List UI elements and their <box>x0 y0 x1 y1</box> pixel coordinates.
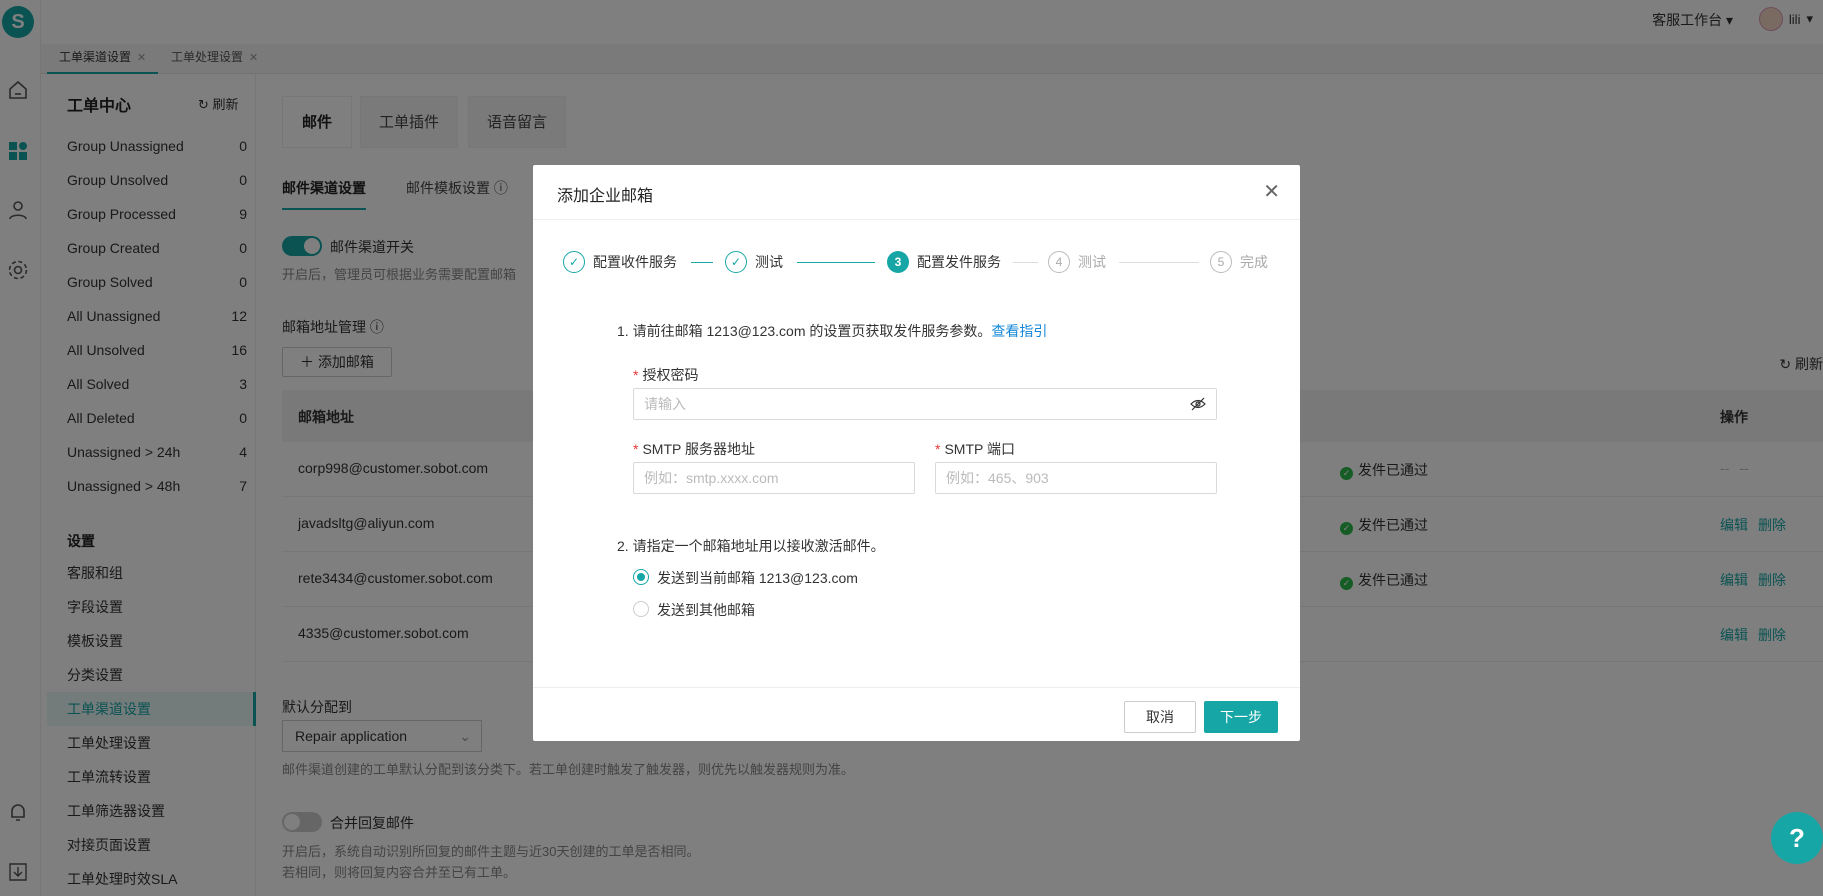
required-mark: * <box>935 441 941 457</box>
next-button[interactable]: 下一步 <box>1204 701 1278 733</box>
smtp-port-label-text: SMTP 端口 <box>944 441 1015 457</box>
step-5: 5 完成 <box>1210 251 1268 273</box>
step-number: 4 <box>1048 251 1070 273</box>
auth-label-text: 授权密码 <box>642 367 699 383</box>
step-2: ✓ 测试 <box>725 251 783 273</box>
add-enterprise-mail-modal: 添加企业邮箱 ✕ ✓ 配置收件服务 ✓ 测试 3 配置发件服务 4 测试 5 完成 1. … <box>533 165 1300 741</box>
instruction-1-text: 1. 请前往邮箱 1213@123.com 的设置页获取发件服务参数。 <box>617 323 992 339</box>
auth-password-input[interactable]: 请输入 <box>633 388 1217 420</box>
step-3: 3 配置发件服务 <box>887 251 1001 273</box>
modal-title: 添加企业邮箱 <box>557 188 654 205</box>
required-mark: * <box>633 441 639 457</box>
smtp-port-label: * SMTP 端口 <box>935 439 1015 459</box>
divider <box>533 219 1300 220</box>
step-label: 配置收件服务 <box>593 254 677 270</box>
step-connector <box>691 262 713 263</box>
step-number: 3 <box>887 251 909 273</box>
smtp-host-label-text: SMTP 服务器地址 <box>642 441 755 457</box>
step-label: 测试 <box>755 254 783 270</box>
step-check-icon: ✓ <box>563 251 585 273</box>
smtp-port-input[interactable]: 例如：465、903 <box>935 462 1217 494</box>
step-1: ✓ 配置收件服务 <box>563 251 677 273</box>
radio-other-mail-label[interactable]: 发送到其他邮箱 <box>657 600 755 620</box>
help-icon[interactable]: ? <box>1771 812 1823 864</box>
placeholder: 请输入 <box>644 396 686 412</box>
step-4: 4 测试 <box>1048 251 1106 273</box>
radio-current-mail[interactable] <box>633 569 649 585</box>
smtp-host-input[interactable]: 例如：smtp.xxxx.com <box>633 462 915 494</box>
step-connector <box>1119 262 1199 263</box>
step-check-icon: ✓ <box>725 251 747 273</box>
radio-other-mail[interactable] <box>633 601 649 617</box>
step-connector <box>797 262 875 263</box>
divider <box>533 687 1300 688</box>
step-label: 完成 <box>1240 254 1268 270</box>
auth-label: * 授权密码 <box>633 365 698 385</box>
step-number: 5 <box>1210 251 1232 273</box>
instruction-1: 1. 请前往邮箱 1213@123.com 的设置页获取发件服务参数。查看指引 <box>617 321 1047 341</box>
radio-current-mail-label[interactable]: 发送到当前邮箱 1213@123.com <box>657 568 858 588</box>
placeholder: 例如：465、903 <box>946 470 1049 486</box>
step-label: 测试 <box>1078 254 1106 270</box>
cancel-button[interactable]: 取消 <box>1124 701 1196 733</box>
placeholder: 例如：smtp.xxxx.com <box>644 470 779 486</box>
instruction-2: 2. 请指定一个邮箱地址用以接收激活邮件。 <box>617 538 885 554</box>
smtp-host-label: * SMTP 服务器地址 <box>633 439 755 459</box>
required-mark: * <box>633 367 639 383</box>
close-icon[interactable]: ✕ <box>1263 179 1280 204</box>
eye-off-icon[interactable] <box>1190 397 1206 411</box>
step-connector <box>1013 262 1038 263</box>
view-guide-link[interactable]: 查看指引 <box>991 323 1047 339</box>
step-label: 配置发件服务 <box>917 254 1001 270</box>
